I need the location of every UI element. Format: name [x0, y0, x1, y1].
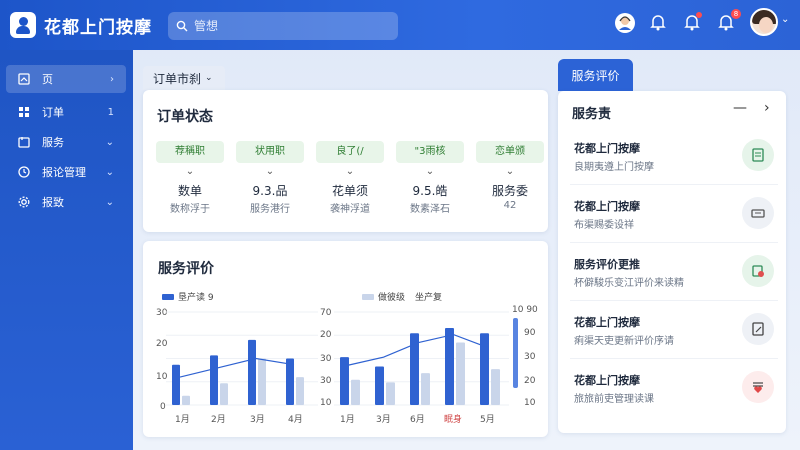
- edit-document-icon: [742, 313, 774, 345]
- scale-bar: [513, 318, 518, 388]
- bar-series-1: [340, 357, 349, 405]
- bar-series-1: [375, 366, 384, 405]
- bar-series-2: [491, 369, 500, 405]
- list-item-sub: 布渠赐委设祥: [574, 220, 634, 231]
- bar-series-2: [421, 373, 430, 405]
- document-icon: [742, 139, 774, 171]
- bar-series-2: [220, 383, 228, 405]
- list-item-sub: 良期夷遵上门按摩: [574, 162, 654, 173]
- list-item[interactable]: 花都上门按摩 旅旅前吏管理读课: [562, 358, 784, 416]
- list-item[interactable]: 服务评价更推 杯僻駿乐变江评价来读精: [562, 242, 784, 300]
- bar-series-1: [210, 355, 218, 405]
- minimize-icon[interactable]: —: [733, 100, 747, 116]
- bar-series-2: [386, 382, 395, 405]
- list-item-sub: 杯僻駿乐变江评价来读精: [574, 278, 684, 289]
- list-item[interactable]: 花都上门按摩 良期夷遵上门按摩: [562, 126, 784, 184]
- bar-series-1: [445, 327, 454, 405]
- bar-series-2: [296, 377, 304, 405]
- chevron-right-icon[interactable]: ›: [764, 100, 770, 116]
- bar-series-2: [258, 358, 266, 405]
- list-item[interactable]: 花都上门按摩 布渠赐委设祥: [562, 184, 784, 242]
- list-item-title: 花都上门按摩: [574, 374, 640, 387]
- right-panel-header: 服务责: [572, 107, 612, 122]
- bar-series-2: [456, 342, 465, 405]
- bar-series-1: [172, 364, 180, 405]
- trend-line: [179, 357, 295, 378]
- list-item-title: 花都上门按摩: [574, 142, 640, 155]
- list-item-sub: 痢渠天吏更新评价序请: [574, 336, 674, 347]
- bar-series-1: [248, 339, 256, 405]
- bar-series-1: [286, 358, 294, 405]
- list-item-sub: 旅旅前吏管理读课: [574, 394, 654, 405]
- list-item-title: 服务评价更推: [574, 258, 640, 271]
- service-review-tab[interactable]: 服务评价: [558, 59, 633, 91]
- review-icon: [742, 255, 774, 287]
- list-item-title: 花都上门按摩: [574, 200, 640, 213]
- bar-series-1: [480, 333, 489, 405]
- bar-series-2: [351, 379, 360, 405]
- list-item-title: 花都上门按摩: [574, 316, 640, 329]
- ticket-icon: [742, 197, 774, 229]
- list-item[interactable]: 花都上门按摩 痢渠天吏更新评价序请: [562, 300, 784, 358]
- bar-series-2: [182, 395, 190, 405]
- heart-list-icon: [742, 371, 774, 403]
